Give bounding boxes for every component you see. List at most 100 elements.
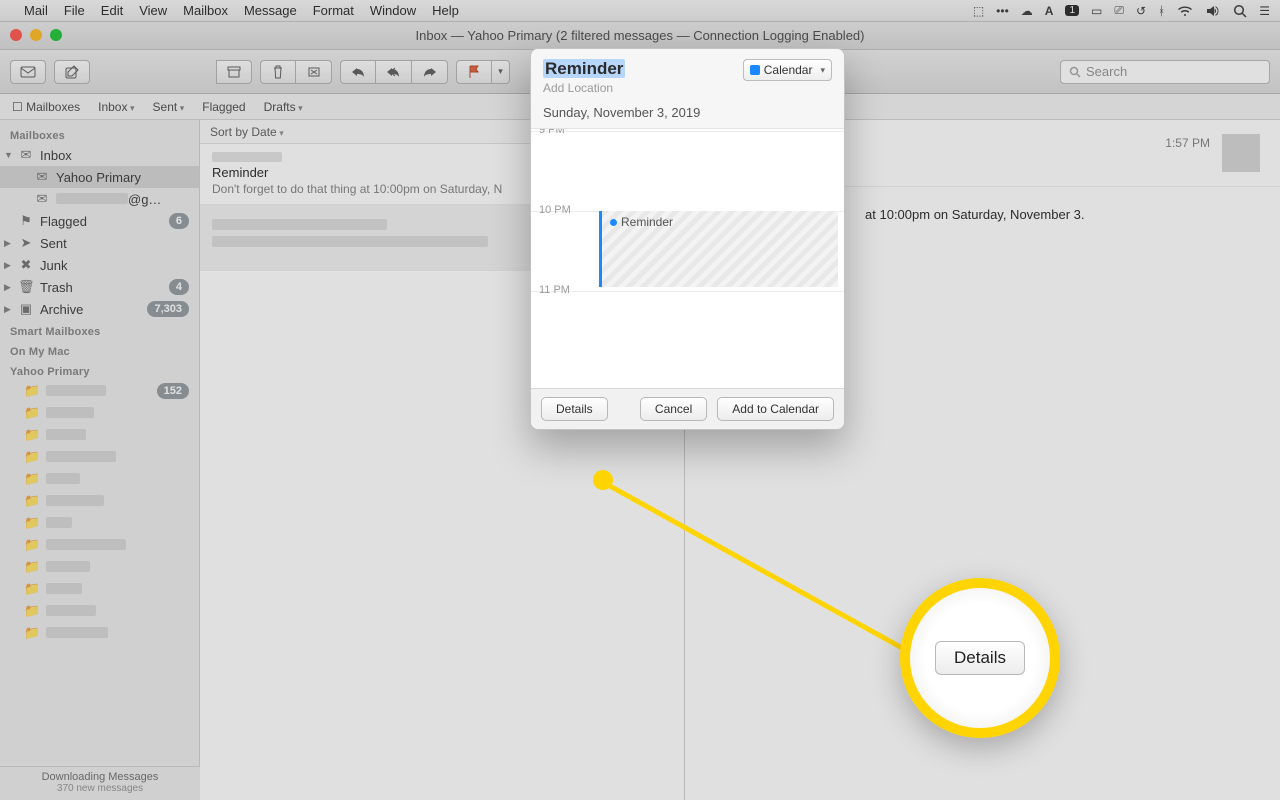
- archive-icon: ▣: [18, 301, 34, 317]
- archive-button[interactable]: [216, 60, 252, 84]
- folder-icon: 📁: [24, 405, 40, 421]
- message-time: 1:57 PM: [1165, 136, 1210, 150]
- search-icon: [1069, 66, 1081, 78]
- bluetooth-icon[interactable]: ᚼ: [1158, 4, 1165, 18]
- forward-button[interactable]: [412, 60, 448, 84]
- flag-button[interactable]: [456, 60, 492, 84]
- adobe-icon[interactable]: A: [1045, 4, 1054, 18]
- trash-icon: 🗑: [18, 279, 34, 295]
- sidebar-folder[interactable]: 📁: [0, 424, 199, 446]
- junk-icon: ✖︎: [18, 257, 34, 273]
- folder-icon: 📁: [24, 493, 40, 509]
- compose-button[interactable]: [54, 60, 90, 84]
- display-icon[interactable]: ▭: [1091, 4, 1102, 18]
- calendar-select[interactable]: Calendar ▾: [743, 59, 832, 81]
- timemachine-icon[interactable]: ↺: [1136, 4, 1146, 18]
- sidebar-folder[interactable]: 📁: [0, 512, 199, 534]
- folder-icon: 📁: [24, 625, 40, 641]
- sidebar-heading-smart: Smart Mailboxes: [0, 320, 199, 340]
- sidebar-folder[interactable]: 📁: [0, 490, 199, 512]
- wifi-icon[interactable]: [1177, 5, 1193, 17]
- reply-button[interactable]: [340, 60, 376, 84]
- window-close-button[interactable]: [10, 29, 22, 41]
- day-timeline[interactable]: 9 PM 10 PM 11 PM Reminder: [531, 128, 844, 388]
- sidebar-folder[interactable]: 📁: [0, 402, 199, 424]
- sidebar-archive[interactable]: ▶▣Archive7,303: [0, 298, 199, 320]
- hour-label: 9 PM: [539, 128, 565, 136]
- sidebar-folder[interactable]: 📁: [0, 578, 199, 600]
- event-location-field[interactable]: Add Location: [543, 81, 625, 95]
- search-field[interactable]: Search: [1060, 60, 1270, 84]
- sidebar: Mailboxes ▼✉︎Inbox ✉︎Yahoo Primary ✉︎@g……: [0, 120, 200, 800]
- sidebar-sent[interactable]: ▶➤Sent: [0, 232, 199, 254]
- event-block-label: Reminder: [621, 215, 673, 229]
- sidebar-account-yahoo[interactable]: ✉︎Yahoo Primary: [0, 166, 199, 188]
- spotlight-icon[interactable]: [1233, 4, 1247, 18]
- sidebar-junk[interactable]: ▶✖︎Junk: [0, 254, 199, 276]
- sidebar-inbox[interactable]: ▼✉︎Inbox: [0, 144, 199, 166]
- menu-help[interactable]: Help: [432, 3, 459, 18]
- folder-icon: 📁: [24, 427, 40, 443]
- flag-icon: ⚑: [18, 213, 34, 229]
- fav-mailboxes[interactable]: ☐ Mailboxes: [12, 100, 80, 114]
- get-mail-button[interactable]: [10, 60, 46, 84]
- chevron-down-icon: ▾: [820, 65, 825, 76]
- menu-edit[interactable]: Edit: [101, 3, 123, 18]
- menu-message[interactable]: Message: [244, 3, 297, 18]
- sidebar-folder[interactable]: 📁: [0, 556, 199, 578]
- menu-format[interactable]: Format: [313, 3, 354, 18]
- junk-button[interactable]: [296, 60, 332, 84]
- menu-file[interactable]: File: [64, 3, 85, 18]
- reply-group: [340, 60, 448, 84]
- event-title-field[interactable]: Reminder: [543, 59, 625, 78]
- cloud-icon[interactable]: ☁︎: [1021, 4, 1033, 18]
- folder-icon: 📁: [24, 383, 40, 399]
- mac-menu-bar: Mail File Edit View Mailbox Message Form…: [0, 0, 1280, 22]
- fav-drafts[interactable]: Drafts: [264, 100, 303, 114]
- window-zoom-button[interactable]: [50, 29, 62, 41]
- menu-view[interactable]: View: [139, 3, 167, 18]
- fav-inbox[interactable]: Inbox: [98, 100, 134, 114]
- sidebar-trash[interactable]: ▶🗑Trash4: [0, 276, 199, 298]
- sidebar-heading-yahoo: Yahoo Primary: [0, 360, 199, 380]
- delete-button[interactable]: [260, 60, 296, 84]
- add-to-calendar-button[interactable]: Add to Calendar: [717, 397, 834, 421]
- details-button[interactable]: Details: [541, 397, 608, 421]
- status-detail: 370 new messages: [0, 783, 200, 794]
- sidebar-folder[interactable]: 📁152: [0, 380, 199, 402]
- folder-icon: 📁: [24, 559, 40, 575]
- menu-window[interactable]: Window: [370, 3, 416, 18]
- badge-icon[interactable]: 1: [1065, 5, 1079, 16]
- sidebar-folder[interactable]: 📁: [0, 446, 199, 468]
- cancel-button[interactable]: Cancel: [640, 397, 707, 421]
- dropbox-icon[interactable]: ⬚: [973, 4, 984, 18]
- window-title: Inbox — Yahoo Primary (2 filtered messag…: [416, 28, 865, 43]
- sidebar-folder[interactable]: 📁: [0, 600, 199, 622]
- sidebar-flagged[interactable]: ⚑Flagged6: [0, 210, 199, 232]
- airplay-icon[interactable]: ⎚: [1114, 3, 1124, 18]
- status-bar: Downloading Messages 370 new messages: [0, 766, 200, 800]
- archive-count-badge: 7,303: [147, 301, 189, 317]
- volume-icon[interactable]: [1205, 5, 1221, 17]
- notification-center-icon[interactable]: ☰: [1259, 4, 1270, 18]
- search-placeholder: Search: [1086, 64, 1127, 79]
- sidebar-folder[interactable]: 📁: [0, 534, 199, 556]
- sidebar-folder[interactable]: 📁: [0, 622, 199, 644]
- folder-icon: 📁: [24, 603, 40, 619]
- traffic-lights: [10, 29, 62, 41]
- folder-icon: 📁: [24, 471, 40, 487]
- fav-sent[interactable]: Sent: [153, 100, 185, 114]
- sidebar-account-gmail[interactable]: ✉︎@g…: [0, 188, 199, 210]
- mailbox-icon: ✉︎: [34, 169, 50, 185]
- reply-all-button[interactable]: [376, 60, 412, 84]
- dots-icon[interactable]: •••: [996, 4, 1009, 18]
- menu-mailbox[interactable]: Mailbox: [183, 3, 228, 18]
- fav-flagged[interactable]: Flagged: [202, 100, 245, 114]
- sidebar-folder[interactable]: 📁: [0, 468, 199, 490]
- calendar-event-block[interactable]: Reminder: [599, 211, 838, 287]
- hour-label: 11 PM: [539, 284, 570, 296]
- event-dot-icon: [610, 219, 617, 226]
- window-minimize-button[interactable]: [30, 29, 42, 41]
- menu-app[interactable]: Mail: [24, 3, 48, 18]
- flag-menu-button[interactable]: ▾: [492, 60, 510, 84]
